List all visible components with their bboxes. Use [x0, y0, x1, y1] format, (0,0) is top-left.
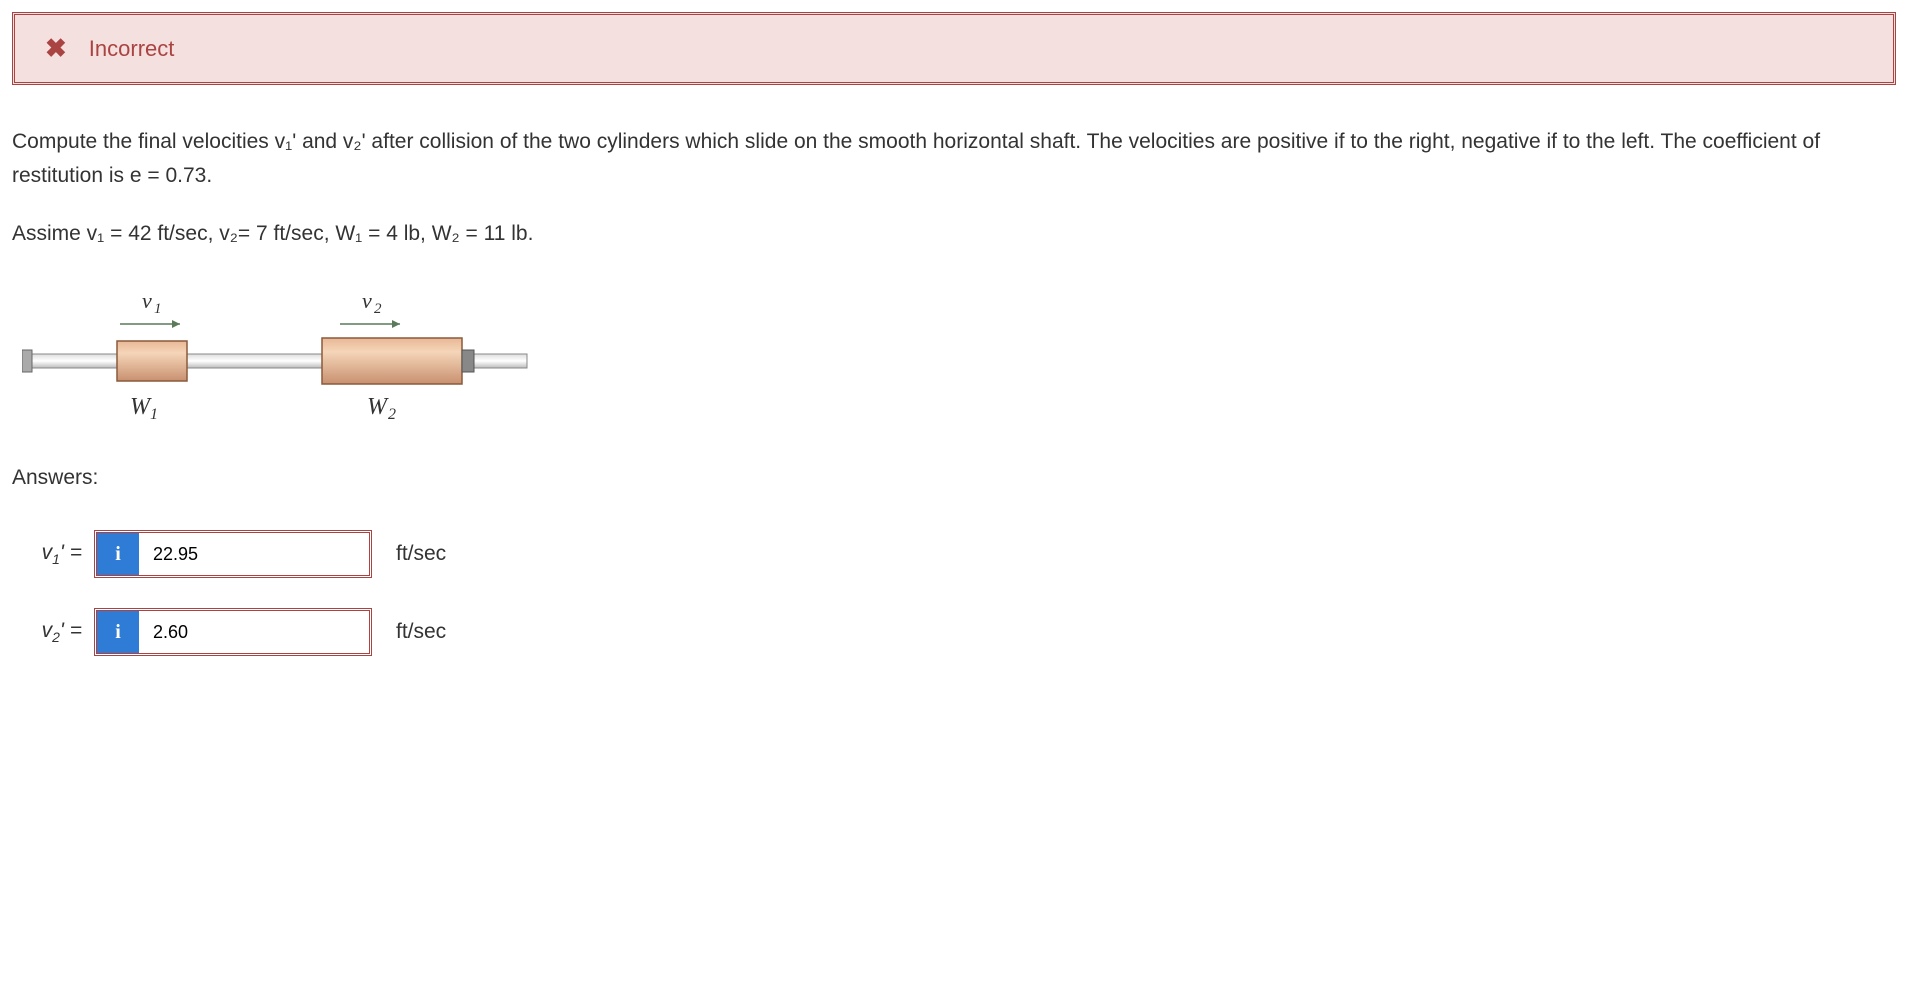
problem-statement: Compute the final velocities v₁' and v₂'… [12, 125, 1896, 192]
svg-text:W: W [367, 394, 389, 420]
input-wrapper-v2: i [94, 608, 372, 656]
feedback-text: Incorrect [89, 36, 175, 62]
feedback-banner: ✖ Incorrect [12, 12, 1896, 85]
problem-assumptions: Assime v₁ = 42 ft/sec, v₂= 7 ft/sec, W₁ … [12, 222, 1896, 246]
svg-text:1: 1 [154, 301, 162, 317]
answer-row-v2: v2' = i ft/sec [12, 608, 1896, 656]
unit-v2: ft/sec [396, 620, 446, 644]
problem-line-2: Assime v₁ = 42 ft/sec, v₂= 7 ft/sec, W₁ … [12, 222, 1896, 246]
svg-text:v: v [362, 288, 372, 313]
cylinder-diagram: v 1 v 2 [22, 286, 532, 426]
svg-text:1: 1 [150, 406, 158, 423]
answer-input-v1[interactable] [139, 533, 369, 575]
svg-text:2: 2 [388, 406, 396, 423]
unit-v1: ft/sec [396, 542, 446, 566]
answer-row-v1: v1' = i ft/sec [12, 530, 1896, 578]
answer-label-v1: v1' = [12, 541, 82, 567]
svg-text:2: 2 [374, 301, 382, 317]
answer-input-v2[interactable] [139, 611, 369, 653]
answer-label-v2: v2' = [12, 619, 82, 645]
info-button-v2[interactable]: i [97, 611, 139, 653]
svg-text:W: W [130, 394, 152, 420]
svg-text:v: v [142, 288, 152, 313]
answers-heading: Answers: [12, 466, 1896, 490]
input-wrapper-v1: i [94, 530, 372, 578]
info-button-v1[interactable]: i [97, 533, 139, 575]
incorrect-icon: ✖ [45, 33, 67, 64]
problem-line-1: Compute the final velocities v₁' and v₂'… [12, 125, 1896, 192]
